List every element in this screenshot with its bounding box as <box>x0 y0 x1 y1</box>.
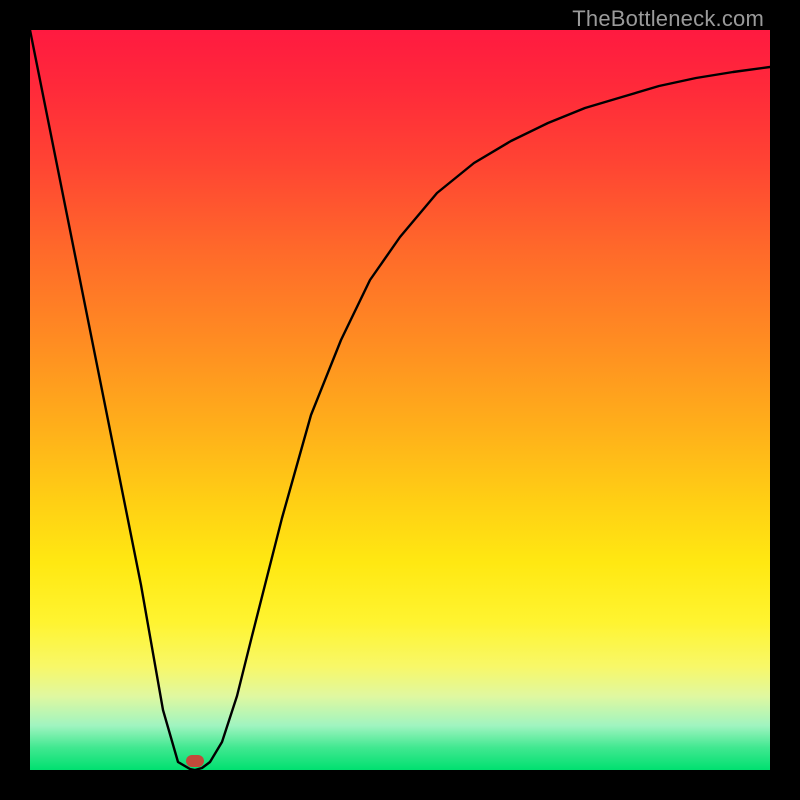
bottleneck-curve <box>30 30 770 770</box>
optimum-marker <box>186 755 204 767</box>
curve-path <box>30 30 770 770</box>
chart-frame: TheBottleneck.com <box>0 0 800 800</box>
watermark-text: TheBottleneck.com <box>572 6 764 32</box>
